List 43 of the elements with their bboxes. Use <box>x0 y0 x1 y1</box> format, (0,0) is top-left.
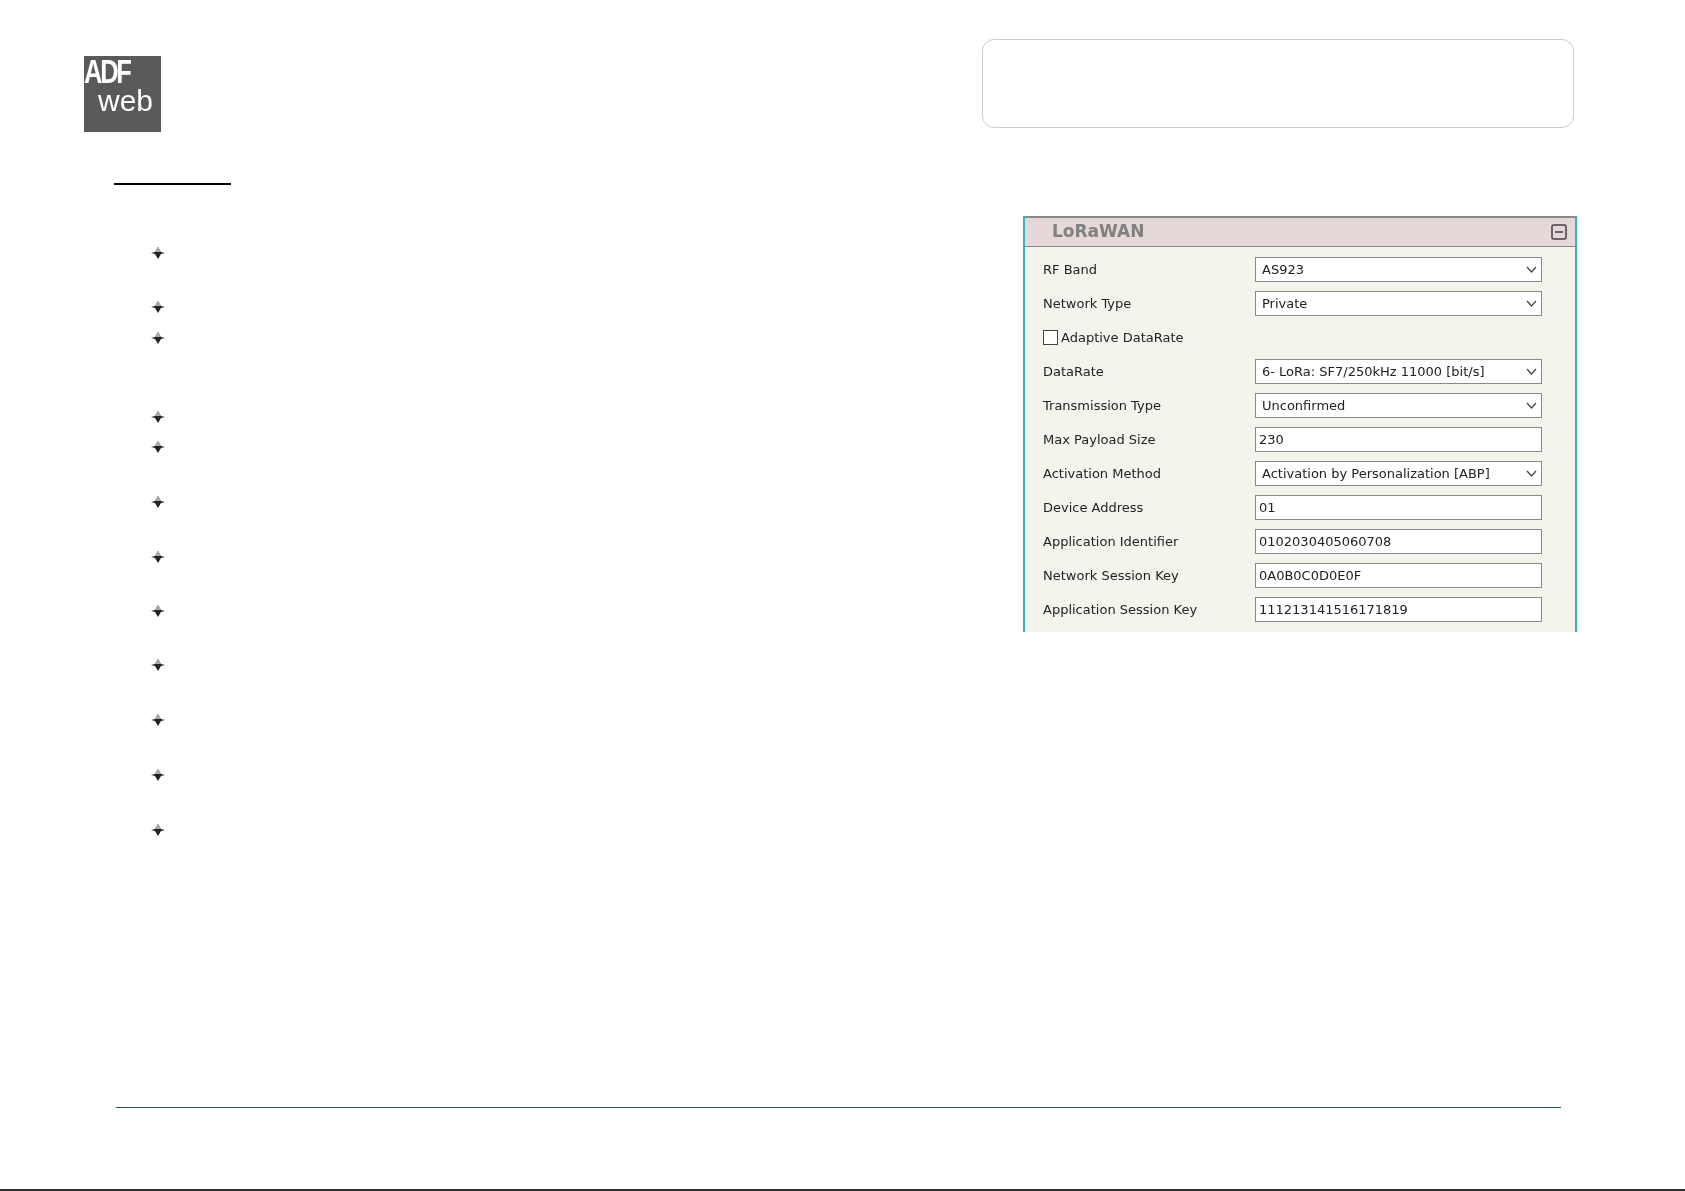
field-label: Application Session Key <box>1043 600 1199 619</box>
panel-title: LoRaWAN <box>1052 220 1145 244</box>
collapse-icon[interactable] <box>1551 224 1567 240</box>
logo-text: web <box>98 86 155 116</box>
field-label: Transmission Type <box>1043 396 1162 415</box>
checkbox[interactable] <box>1043 330 1058 345</box>
field-label: Device Address <box>1043 498 1145 517</box>
bullet-icon <box>151 769 165 781</box>
bullet-icon <box>151 247 165 259</box>
field-label: Network Type <box>1043 294 1133 313</box>
field-label: DataRate <box>1043 362 1105 381</box>
field-label: Application Identifier <box>1043 532 1180 551</box>
chevron-down-icon <box>1526 300 1537 307</box>
field-label: Max Payload Size <box>1043 430 1157 449</box>
input-field[interactable]: 230 <box>1255 427 1542 452</box>
bullet-icon <box>151 714 165 726</box>
dropdown-field[interactable]: Private <box>1255 291 1542 316</box>
dropdown-field[interactable]: 6- LoRa: SF7/250kHz 11000 [bit/s] <box>1255 359 1542 384</box>
bullet-icon <box>151 496 165 508</box>
input-field[interactable]: 0102030405060708 <box>1255 529 1542 554</box>
field-label: Activation Method <box>1043 464 1162 483</box>
bullet-icon <box>151 441 165 453</box>
chevron-down-icon <box>1526 266 1537 273</box>
bullet-icon <box>151 411 165 423</box>
bullet-icon <box>151 824 165 836</box>
bullet-icon <box>151 551 165 563</box>
bullet-icon <box>151 301 165 313</box>
chevron-down-icon <box>1526 368 1537 375</box>
chevron-down-icon <box>1526 470 1537 477</box>
bullet-icon <box>151 332 165 344</box>
dropdown-field[interactable]: Unconfirmed <box>1255 393 1542 418</box>
bullet-icon <box>151 605 165 617</box>
field-label: RF Band <box>1043 260 1099 279</box>
bullet-icon <box>151 659 165 671</box>
input-field[interactable]: 01 <box>1255 495 1542 520</box>
input-field[interactable]: 0A0B0C0D0E0F <box>1255 563 1542 588</box>
dropdown-field[interactable]: Activation by Personalization [ABP] <box>1255 461 1542 486</box>
checkbox-label: Adaptive DataRate <box>1061 328 1184 347</box>
field-label: Network Session Key <box>1043 566 1180 585</box>
chevron-down-icon <box>1526 402 1537 409</box>
dropdown-field[interactable]: AS923 <box>1255 257 1542 282</box>
input-field[interactable]: 111213141516171819 <box>1255 597 1542 622</box>
logo-text: ADF <box>84 56 131 88</box>
